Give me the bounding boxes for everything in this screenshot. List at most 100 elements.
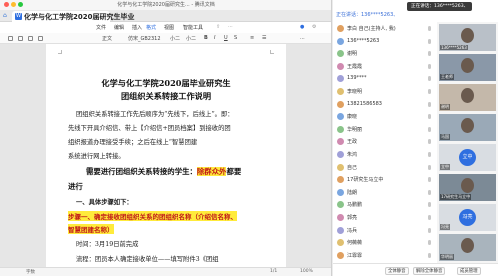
participant-row[interactable]: 王政 (333, 137, 437, 147)
menu-file[interactable]: 文件 (96, 24, 106, 31)
menu-format[interactable]: 格式 (146, 24, 156, 31)
participant-row[interactable]: 17研究生马立中 (333, 175, 437, 185)
microphone-icon[interactable] (428, 227, 431, 233)
participant-row[interactable]: 康晓 (333, 112, 437, 122)
participant-row[interactable]: 谢明 (333, 49, 437, 59)
account-icon[interactable]: ● (300, 24, 304, 30)
microphone-icon[interactable] (428, 152, 431, 157)
microphone-icon[interactable] (428, 89, 431, 94)
list-icon[interactable]: ☰ (262, 35, 266, 41)
meeting-controls: 全体静音 解除全体静音 成员管理 (333, 263, 498, 276)
redo-icon[interactable] (18, 36, 23, 41)
style-select[interactable]: 正文 (102, 35, 112, 42)
microphone-icon[interactable] (428, 164, 431, 170)
participant-row[interactable]: 郭亮 (333, 213, 437, 223)
video-tile[interactable]: 冯亮 冯亮 (439, 204, 496, 231)
doc-step1-line1: 步骤一、确定接收团组织关系的团组织名称（介绍信名称、 (68, 211, 237, 221)
microphone-icon[interactable] (428, 51, 431, 57)
microphone-icon[interactable] (428, 177, 431, 183)
mute-all-button[interactable]: 全体静音 (385, 267, 409, 275)
avatar-initial: 立中 (459, 149, 476, 166)
microphone-icon[interactable] (428, 38, 431, 44)
doc-title-line2: 团组织关系转接工作说明 (120, 91, 212, 101)
share-icon[interactable]: ⇪ (216, 24, 220, 30)
doc-paragraph-line: 先线下开具介绍信、带上【介绍信+团员档案】到接收的团 (68, 125, 231, 132)
microphone-icon[interactable] (428, 215, 431, 220)
toolbar-more[interactable]: ... (300, 35, 305, 41)
italic-icon[interactable]: I (214, 35, 215, 41)
doc-heading-tail: 都要 (226, 167, 242, 176)
doc-process-line: 流程：团员本人确定接收单位——填写附件3《团组 (76, 256, 219, 263)
menu-insert[interactable]: 插入 (132, 24, 142, 31)
menu-edit[interactable]: 编辑 (114, 24, 124, 31)
zoom-level[interactable]: 100% (300, 269, 313, 274)
underline-icon[interactable]: U (224, 35, 228, 41)
participant-list[interactable]: 李白 自己(主持人, 我) 136****5263 谢明王霞霞 139**** 李晓明 1… (333, 22, 437, 263)
font-size-select-2[interactable]: 小二 (186, 35, 196, 42)
participant-row[interactable]: 朱鸿 (333, 150, 437, 160)
document-page[interactable]: 化学与化工学院2020届毕业研究生 团组织关系转接工作说明 团组织关系转接工作先… (46, 44, 286, 267)
video-tile[interactable]: 华明丽 (439, 234, 496, 261)
participant-row[interactable]: 冯兵 (333, 226, 437, 236)
microphone-icon[interactable] (428, 126, 431, 132)
add-tab-icon[interactable]: + (114, 12, 120, 20)
word-doc-icon: W (15, 13, 22, 20)
video-tile[interactable]: 136****5263 (439, 24, 496, 51)
avatar (337, 25, 344, 32)
microphone-icon[interactable] (428, 101, 431, 107)
participant-row[interactable]: 马鹏鹏 (333, 200, 437, 210)
align-icon[interactable]: ≡ (250, 35, 254, 41)
strike-icon[interactable]: S (234, 35, 237, 41)
font-select[interactable]: 仿宋_GB2312 (128, 35, 161, 42)
participant-name: 136****5263 (347, 37, 380, 44)
video-person-shape (461, 28, 474, 43)
document-window: 化学与化工学院2020届研究生... - 腾讯文档 ⌂ W 化学与化工学院202… (0, 0, 332, 276)
microphone-icon[interactable] (428, 63, 431, 69)
video-tile[interactable]: 谢明 (439, 84, 496, 111)
participant-row[interactable]: 江霏霏 (333, 251, 437, 261)
clear-format-icon[interactable] (38, 36, 43, 41)
word-count-label[interactable]: 字数 (26, 269, 35, 275)
participant-name: 冯兵 (347, 227, 358, 234)
participant-row[interactable]: 李晓明 (333, 87, 437, 97)
undo-icon[interactable] (8, 36, 13, 41)
microphone-icon[interactable] (428, 202, 431, 208)
participant-row[interactable]: 何薇薇 (333, 238, 437, 248)
participant-row[interactable]: 王霞霞 (333, 62, 437, 72)
participant-row[interactable]: 陆朗 (333, 188, 437, 198)
home-icon[interactable]: ⌂ (3, 13, 9, 19)
document-tab[interactable]: W 化学与化工学院2020届研究生毕业 (12, 11, 134, 22)
video-tile[interactable]: 17研究生马立中 (439, 174, 496, 201)
member-manage-button[interactable]: 成员管理 (457, 267, 481, 275)
menu-smart-tools[interactable]: 智能工具 (183, 24, 203, 31)
microphone-icon[interactable] (428, 76, 431, 82)
format-painter-icon[interactable] (28, 36, 33, 41)
settings-icon[interactable]: ⚙ (312, 24, 316, 30)
video-tile[interactable]: 立中 立中 (439, 144, 496, 171)
microphone-icon[interactable] (428, 114, 431, 120)
window-title: 化学与化工学院2020届研究生... - 腾讯文档 (117, 2, 215, 8)
video-tile[interactable]: 马国 (439, 114, 496, 141)
video-caption: 王老师 (440, 74, 454, 80)
microphone-icon[interactable] (428, 240, 431, 246)
bold-icon[interactable]: B (204, 35, 208, 41)
font-size-select[interactable]: 小二 (170, 35, 180, 42)
participant-row[interactable]: 139**** (333, 74, 437, 84)
unmute-all-button[interactable]: 解除全体静音 (413, 267, 446, 275)
microphone-icon[interactable] (428, 189, 431, 195)
microphone-icon[interactable] (428, 26, 431, 31)
participant-row[interactable]: 136****5263 (333, 37, 437, 47)
speaking-badge: 正在讲话：136****5263、 (407, 2, 473, 11)
microphone-icon[interactable] (428, 252, 431, 258)
participant-row[interactable]: 13821586583 (333, 100, 437, 110)
participant-row[interactable]: 自己 (333, 163, 437, 173)
participant-row[interactable]: 华明丽 (333, 125, 437, 135)
microphone-icon[interactable] (428, 139, 431, 145)
document-canvas[interactable]: 化学与化工学院2020届毕业研究生 团组织关系转接工作说明 团组织关系转接工作先… (0, 44, 331, 267)
participant-name: 朱鸿 (347, 152, 358, 158)
participant-row[interactable]: 李白 自己(主持人, 我) (333, 24, 437, 34)
menu-view[interactable]: 视图 (164, 24, 174, 31)
more-icon[interactable]: ⋯ (228, 24, 233, 30)
video-tile[interactable]: 王老师 (439, 54, 496, 81)
participant-name: 王政 (347, 139, 358, 146)
